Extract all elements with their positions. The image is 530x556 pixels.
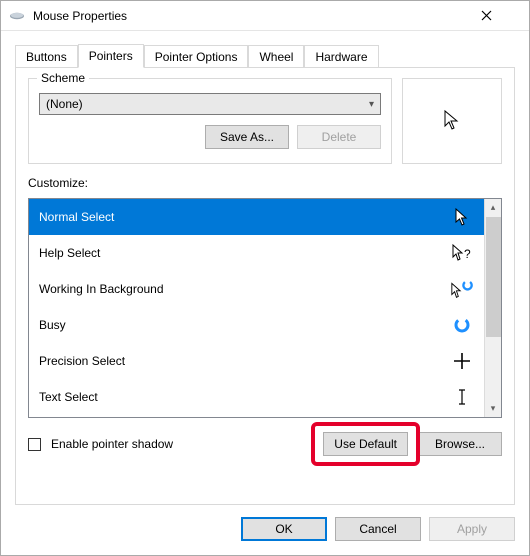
close-button[interactable] (481, 10, 521, 21)
list-item[interactable]: Normal Select (29, 199, 484, 235)
cursor-preview (402, 78, 502, 164)
apply-button: Apply (429, 517, 515, 541)
list-item-label: Precision Select (39, 354, 125, 368)
use-default-button[interactable]: Use Default (323, 432, 408, 456)
list-item[interactable]: Help Select ? (29, 235, 484, 271)
customize-listbox[interactable]: Normal Select Help Select ? Working In B… (28, 198, 502, 418)
scroll-down-icon[interactable]: ▾ (485, 400, 501, 417)
list-item-label: Normal Select (39, 210, 114, 224)
chevron-down-icon: ▾ (369, 99, 374, 110)
list-item-label: Working In Background (39, 282, 164, 296)
tab-panel-pointers: Scheme (None) ▾ Save As... Delete Custom… (15, 67, 515, 505)
list-item[interactable]: Text Select (29, 379, 484, 415)
arrow-icon (450, 207, 474, 227)
list-item-label: Busy (39, 318, 66, 332)
svg-text:?: ? (464, 247, 471, 261)
ibeam-icon (450, 388, 474, 406)
scroll-up-icon[interactable]: ▴ (485, 199, 501, 216)
scheme-dropdown[interactable]: (None) ▾ (39, 93, 381, 115)
scheme-selected-value: (None) (46, 97, 83, 111)
arrow-ring-icon (450, 279, 474, 299)
list-item[interactable]: Working In Background (29, 271, 484, 307)
tab-buttons[interactable]: Buttons (15, 45, 78, 68)
scroll-thumb[interactable] (486, 217, 501, 337)
mouse-properties-window: Mouse Properties Buttons Pointers Pointe… (0, 0, 530, 556)
tab-pointer-options[interactable]: Pointer Options (144, 45, 249, 68)
list-item[interactable]: Precision Select (29, 343, 484, 379)
tab-strip: Buttons Pointers Pointer Options Wheel H… (1, 31, 529, 67)
mouse-icon (9, 11, 25, 21)
titlebar: Mouse Properties (1, 1, 529, 31)
tab-hardware[interactable]: Hardware (304, 45, 378, 68)
scheme-group: Scheme (None) ▾ Save As... Delete (28, 78, 392, 164)
cancel-button[interactable]: Cancel (335, 517, 421, 541)
list-item-label: Text Select (39, 390, 98, 404)
ring-icon (450, 316, 474, 334)
delete-button: Delete (297, 125, 381, 149)
customize-label: Customize: (28, 176, 502, 190)
save-as-button[interactable]: Save As... (205, 125, 289, 149)
tab-pointers[interactable]: Pointers (78, 44, 144, 68)
tab-wheel[interactable]: Wheel (248, 45, 304, 68)
ok-button[interactable]: OK (241, 517, 327, 541)
scheme-legend: Scheme (37, 71, 89, 85)
arrow-help-icon: ? (450, 243, 474, 263)
browse-button[interactable]: Browse... (418, 432, 502, 456)
enable-shadow-label: Enable pointer shadow (51, 437, 313, 451)
list-item[interactable]: Busy (29, 307, 484, 343)
enable-shadow-checkbox[interactable] (28, 438, 41, 451)
window-title: Mouse Properties (33, 9, 481, 23)
dialog-button-row: OK Cancel Apply (1, 505, 529, 555)
list-item-label: Help Select (39, 246, 100, 260)
scrollbar[interactable]: ▴ ▾ (484, 199, 501, 417)
crosshair-icon (450, 352, 474, 370)
